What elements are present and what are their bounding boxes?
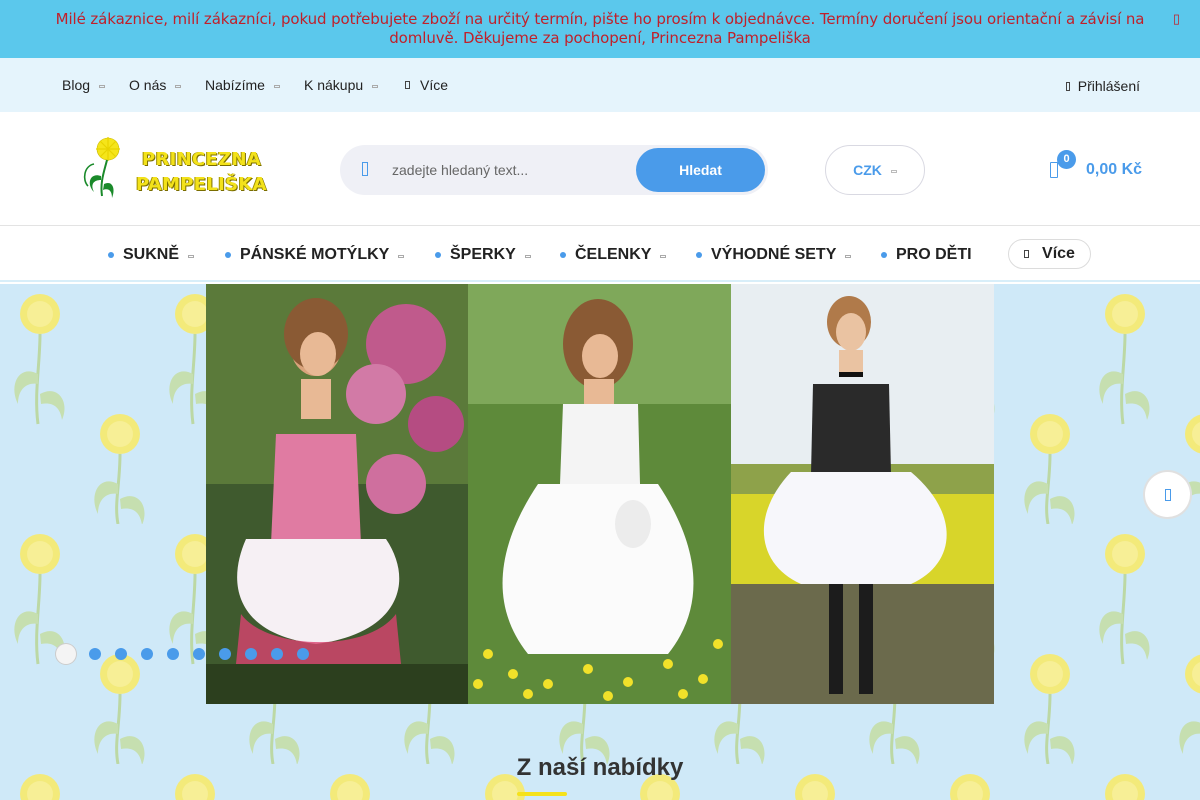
chevron-down-icon: [175, 85, 182, 88]
login-link[interactable]: Přihlášení: [1065, 78, 1140, 94]
announcement-bar: Milé zákaznice, milí zákazníci, pokud po…: [0, 0, 1200, 58]
currency-selector[interactable]: CZK: [825, 145, 925, 195]
slider-dot[interactable]: [56, 644, 76, 664]
chevron-down-icon: [845, 255, 852, 258]
cart-total: 0,00 Kč: [1086, 161, 1143, 178]
logo-text-line2: PAMPELIŠKA: [136, 174, 267, 195]
currency-label: CZK: [853, 162, 882, 178]
user-icon: [1065, 81, 1070, 91]
slider-dot[interactable]: [115, 648, 127, 660]
section-title-underline: [517, 792, 567, 796]
category-item-bowties[interactable]: PÁNSKÉ MOTÝLKY: [225, 246, 405, 264]
menu-icon: [405, 81, 410, 89]
chevron-down-icon: [99, 85, 106, 88]
category-label: PRO DĚTI: [896, 246, 972, 263]
hero-image-pink-skirt: [206, 284, 469, 704]
category-more-label: Více: [1042, 245, 1075, 262]
category-label: SUKNĚ: [123, 246, 180, 263]
topnav-item-label: K nákupu: [304, 77, 364, 93]
chevron-down-icon: [273, 85, 280, 88]
topnav-item-blog[interactable]: Blog: [62, 77, 106, 93]
slider-dot[interactable]: [271, 648, 283, 660]
chevron-down-icon: [524, 255, 531, 258]
search-button[interactable]: Hledat: [636, 148, 765, 192]
bullet-icon: [696, 252, 702, 258]
category-label: ČELENKY: [575, 246, 652, 263]
topnav-item-label: O nás: [129, 77, 167, 93]
site-logo[interactable]: PRINCEZNA PAMPELIŠKA: [80, 136, 267, 202]
chevron-down-icon: [188, 255, 195, 258]
top-navigation: Blog O nás Nabízíme K nákupu Více Přihlá…: [0, 58, 1200, 112]
category-label: PÁNSKÉ MOTÝLKY: [240, 246, 390, 263]
site-header: PRINCEZNA PAMPELIŠKA Hledat CZK 0 0,00 K…: [0, 112, 1200, 226]
bullet-icon: [560, 252, 566, 258]
topnav-item-offer[interactable]: Nabízíme: [205, 77, 280, 93]
slider-dot[interactable]: [167, 648, 179, 660]
chevron-right-icon: [1164, 488, 1171, 501]
bullet-icon: [108, 252, 114, 258]
category-label: ŠPERKY: [450, 246, 516, 263]
slider-dot[interactable]: [297, 648, 309, 660]
topnav-item-about[interactable]: O nás: [129, 77, 182, 93]
search-bar: Hledat: [340, 145, 768, 195]
slider-next-button[interactable]: [1145, 472, 1190, 517]
category-item-sets[interactable]: VÝHODNÉ SETY: [696, 246, 852, 264]
category-item-kids[interactable]: PRO DĚTI: [881, 246, 972, 264]
chevron-down-icon: [372, 85, 379, 88]
slider-dot[interactable]: [193, 648, 205, 660]
section-title: Z naší nabídky: [516, 754, 684, 781]
menu-icon: [1024, 250, 1030, 258]
chevron-down-icon: [660, 255, 667, 258]
hero-image-white-long-skirt: [468, 284, 731, 704]
chevron-down-icon: [398, 255, 405, 258]
slider-dot[interactable]: [89, 648, 101, 660]
chevron-down-icon: [890, 170, 897, 173]
search-icon: [362, 162, 368, 176]
logo-text-line1: PRINCEZNA: [142, 149, 262, 170]
topnav-item-shopping[interactable]: K nákupu: [304, 77, 379, 93]
category-more-button[interactable]: Více: [1008, 239, 1091, 269]
topnav-item-label: Nabízíme: [205, 77, 265, 93]
category-item-jewelry[interactable]: ŠPERKY: [435, 246, 531, 264]
slider-dot[interactable]: [245, 648, 257, 660]
bullet-icon: [881, 252, 887, 258]
category-item-headbands[interactable]: ČELENKY: [560, 246, 667, 264]
search-input[interactable]: [392, 155, 622, 185]
slider-dot[interactable]: [219, 648, 231, 660]
topnav-more-label: Více: [420, 77, 449, 93]
cart-button[interactable]: 0 0,00 Kč: [1048, 150, 1158, 192]
category-item-skirts[interactable]: SUKNĚ: [108, 246, 195, 264]
topnav-item-label: Blog: [62, 77, 91, 93]
topnav-more-button[interactable]: Více: [405, 77, 448, 93]
hero-image-white-short-skirt: [731, 284, 994, 704]
category-label: VÝHODNÉ SETY: [711, 246, 837, 263]
close-icon[interactable]: ▯: [1173, 11, 1180, 27]
hero-slider: Z naší nabídky: [0, 284, 1200, 800]
login-label: Přihlášení: [1077, 78, 1140, 94]
announcement-text: Milé zákaznice, milí zákazníci, pokud po…: [55, 10, 1145, 47]
cart-icon: [1050, 162, 1058, 178]
slider-dot[interactable]: [141, 648, 153, 660]
dandelion-logo-icon: [83, 137, 120, 198]
bullet-icon: [225, 252, 231, 258]
bullet-icon: [435, 252, 441, 258]
cart-count-badge: 0: [1057, 150, 1076, 169]
category-navigation: SUKNĚ PÁNSKÉ MOTÝLKY ŠPERKY ČELENKY VÝHO…: [0, 226, 1200, 282]
